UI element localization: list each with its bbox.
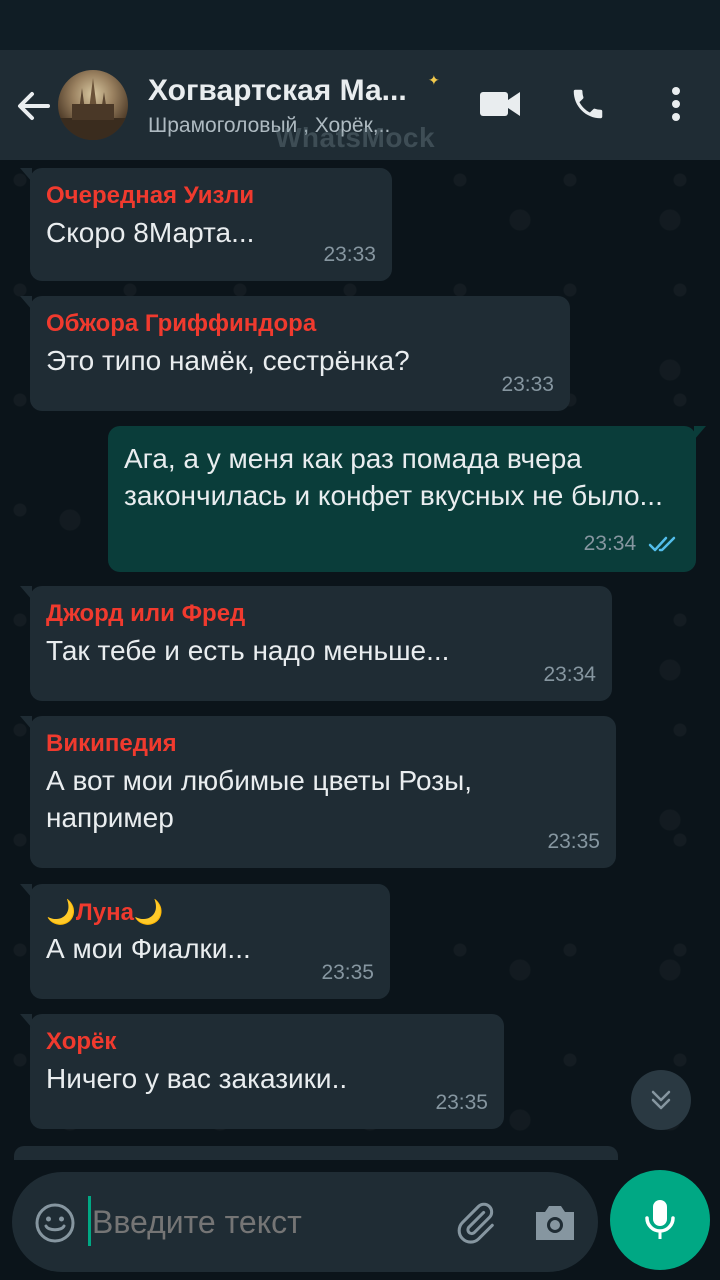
back-arrow-icon[interactable]: [14, 86, 54, 126]
sender-name: Википедия: [46, 730, 177, 757]
message-text: А вот мои любимые цветы Розы, например: [46, 765, 472, 833]
message-bubble[interactable]: Хорёк Ничего у вас заказики.. 23:35: [20, 1014, 504, 1129]
sender-name: Обжора Гриффиндора: [46, 310, 317, 337]
video-call-icon[interactable]: [476, 80, 524, 128]
emoji-icon[interactable]: [34, 1202, 76, 1244]
message-bubble[interactable]: Обжора Гриффиндора Это типо намёк, сестр…: [20, 296, 570, 411]
message-text: Это типо намёк, сестрёнка?: [46, 345, 410, 376]
phone-call-icon[interactable]: [564, 80, 612, 128]
message-time: 23:34: [543, 663, 596, 686]
message-time: 23:33: [323, 243, 376, 266]
message-text: Ничего у вас заказики..: [46, 1063, 348, 1094]
message-bubble[interactable]: Википедия А вот мои любимые цветы Розы, …: [20, 716, 616, 868]
message-input[interactable]: [92, 1204, 432, 1241]
message-time: 23:35: [547, 830, 600, 853]
read-ticks-icon: [648, 534, 680, 560]
message-bubble[interactable]: 🌙Луна🌙 А мои Фиалки... 23:35: [20, 884, 390, 999]
message-input-container[interactable]: [12, 1172, 598, 1272]
chat-title[interactable]: Хогвартская Ма...: [148, 74, 438, 108]
partial-message-bubble: [14, 1146, 618, 1160]
sparkle-icon: ✦: [428, 72, 440, 88]
status-bar: [0, 0, 720, 50]
more-options-icon[interactable]: [652, 80, 700, 128]
microphone-icon: [645, 1200, 675, 1239]
sender-name: Хорёк: [46, 1028, 117, 1055]
message-text: Так тебе и есть надо меньше...: [46, 635, 450, 666]
composer-bar: [0, 1160, 720, 1280]
message-bubble[interactable]: Очередная Уизли Скоро 8Марта... 23:33: [20, 168, 392, 281]
attach-icon[interactable]: [452, 1200, 498, 1246]
sender-name: Джорд или Фред: [46, 600, 246, 627]
message-list[interactable]: Очередная Уизли Скоро 8Марта... 23:33 Об…: [0, 160, 720, 1160]
watermark: WhatsMock: [275, 122, 436, 153]
message-text: Ага, а у меня как раз помада вчера закон…: [124, 443, 663, 511]
double-chevron-down-icon: [651, 1090, 671, 1110]
message-bubble[interactable]: Джорд или Фред Так тебе и есть надо мень…: [20, 586, 612, 701]
voice-record-button[interactable]: [610, 1170, 710, 1270]
text-cursor: [88, 1196, 91, 1246]
sender-name: 🌙Луна🌙: [46, 899, 164, 926]
message-time: 23:35: [321, 961, 374, 984]
camera-icon[interactable]: [532, 1202, 578, 1244]
sender-name: Очередная Уизли: [46, 182, 255, 209]
scroll-down-button[interactable]: [631, 1070, 691, 1130]
group-avatar[interactable]: [58, 70, 128, 140]
message-time: 23:35: [435, 1091, 488, 1114]
message-bubble-outgoing[interactable]: Ага, а у меня как раз помада вчера закон…: [108, 426, 706, 572]
message-time: 23:34: [583, 532, 637, 555]
message-time: 23:33: [501, 373, 554, 396]
